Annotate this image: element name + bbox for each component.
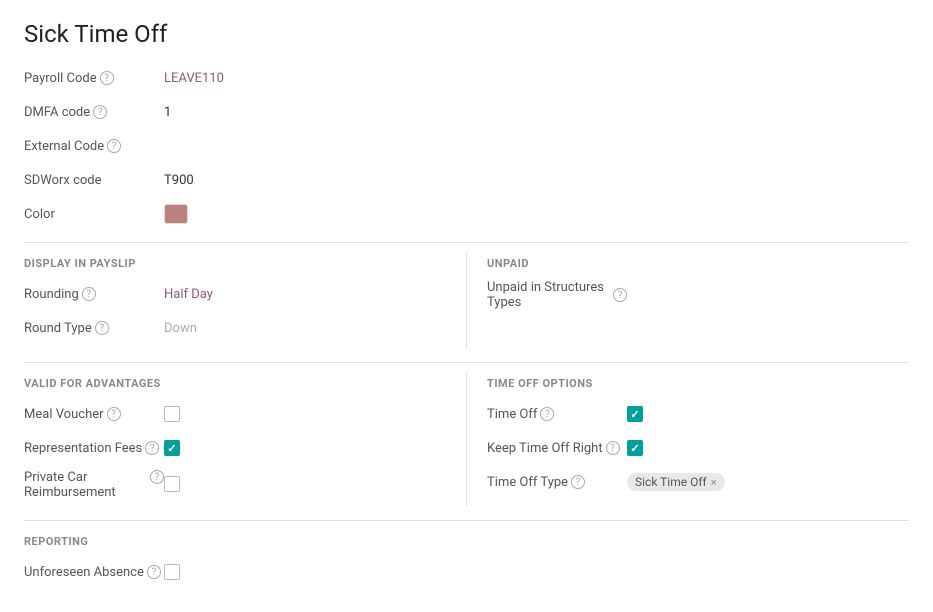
divider-3 [24,520,909,521]
dmfa-code-row: DMFA code ? 1 [24,98,909,126]
payroll-code-help-icon[interactable]: ? [100,71,114,85]
rounding-value: Half Day [164,287,213,302]
round-type-help-icon[interactable]: ? [95,321,109,335]
meal-voucher-label: Meal Voucher ? [24,407,164,422]
meal-voucher-checkbox[interactable] [164,406,180,422]
round-type-value: Down [164,321,197,336]
rounding-help-icon[interactable]: ? [82,287,96,301]
color-swatch[interactable] [164,204,188,224]
representation-fees-checkbox[interactable] [164,440,180,456]
unforeseen-absence-row: Unforeseen Absence ? [24,558,909,586]
representation-fees-row: Representation Fees ? [24,434,446,462]
time-off-type-row: Time Off Type ? Sick Time Off × [487,468,909,496]
meal-voucher-help-icon[interactable]: ? [107,407,121,421]
payslip-unpaid-section: DISPLAY IN PAYSLIP Rounding ? Half Day R… [24,253,909,348]
divider-1 [24,242,909,243]
private-car-checkbox[interactable] [164,476,180,492]
unpaid-structures-row: Unpaid in Structures Types ? [487,280,909,310]
valid-for-advantages-col: VALID FOR ADVANTAGES Meal Voucher ? Repr… [24,373,466,506]
round-type-row: Round Type ? Down [24,314,446,342]
external-code-label: External Code ? [24,139,164,154]
keep-time-off-right-checkbox[interactable] [627,440,643,456]
time-off-help-icon[interactable]: ? [540,407,554,421]
payroll-code-value: LEAVE110 [164,71,224,86]
reporting-title: REPORTING [24,531,909,548]
time-off-options-title: TIME OFF OPTIONS [487,373,909,390]
time-off-checkbox[interactable] [627,406,643,422]
round-type-label: Round Type ? [24,321,164,336]
valid-for-advantages-title: VALID FOR ADVANTAGES [24,373,446,390]
sdworx-code-row: SDWorx code T900 [24,166,909,194]
display-in-payslip-title: DISPLAY IN PAYSLIP [24,253,446,270]
reporting-section: REPORTING Unforeseen Absence ? [24,531,909,586]
sdworx-code-value: T900 [164,173,194,188]
meal-voucher-row: Meal Voucher ? [24,400,446,428]
representation-fees-label: Representation Fees ? [24,441,164,456]
time-off-type-tag: Sick Time Off × [627,473,725,491]
time-off-type-help-icon[interactable]: ? [571,475,585,489]
display-in-payslip-col: DISPLAY IN PAYSLIP Rounding ? Half Day R… [24,253,466,348]
private-car-row: Private Car Reimbursement ? [24,468,446,500]
unpaid-structures-label: Unpaid in Structures Types ? [487,280,627,310]
time-off-options-col: TIME OFF OPTIONS Time Off ? Keep Time Of… [466,373,909,506]
rounding-label: Rounding ? [24,287,164,302]
keep-time-off-right-row: Keep Time Off Right ? [487,434,909,462]
dmfa-code-value: 1 [164,105,171,120]
time-off-label: Time Off ? [487,407,627,422]
unforeseen-absence-help-icon[interactable]: ? [147,565,161,579]
private-car-help-icon[interactable]: ? [150,470,164,484]
unpaid-col: UNPAID Unpaid in Structures Types ? [466,253,909,348]
unpaid-title: UNPAID [487,253,909,270]
payroll-code-row: Payroll Code ? LEAVE110 [24,64,909,92]
divider-2 [24,362,909,363]
keep-time-off-right-help-icon[interactable]: ? [606,441,620,455]
dmfa-code-label: DMFA code ? [24,105,164,120]
advantages-timeoptions-section: VALID FOR ADVANTAGES Meal Voucher ? Repr… [24,373,909,506]
external-code-help-icon[interactable]: ? [107,139,121,153]
dmfa-code-help-icon[interactable]: ? [93,105,107,119]
time-off-type-tag-text: Sick Time Off [635,475,707,489]
color-row: Color [24,200,909,228]
color-label: Color [24,207,164,222]
time-off-type-label: Time Off Type ? [487,475,627,490]
representation-fees-help-icon[interactable]: ? [145,441,159,455]
unforeseen-absence-checkbox[interactable] [164,564,180,580]
payroll-code-label: Payroll Code ? [24,71,164,86]
time-off-type-tag-close[interactable]: × [711,476,717,489]
time-off-row: Time Off ? [487,400,909,428]
unforeseen-absence-label: Unforeseen Absence ? [24,565,164,580]
page-title: Sick Time Off [24,20,909,48]
external-code-row: External Code ? [24,132,909,160]
unpaid-structures-help-icon[interactable]: ? [613,288,627,302]
keep-time-off-right-label: Keep Time Off Right ? [487,441,627,456]
rounding-row: Rounding ? Half Day [24,280,446,308]
private-car-label: Private Car Reimbursement ? [24,468,164,500]
sdworx-code-label: SDWorx code [24,173,164,188]
